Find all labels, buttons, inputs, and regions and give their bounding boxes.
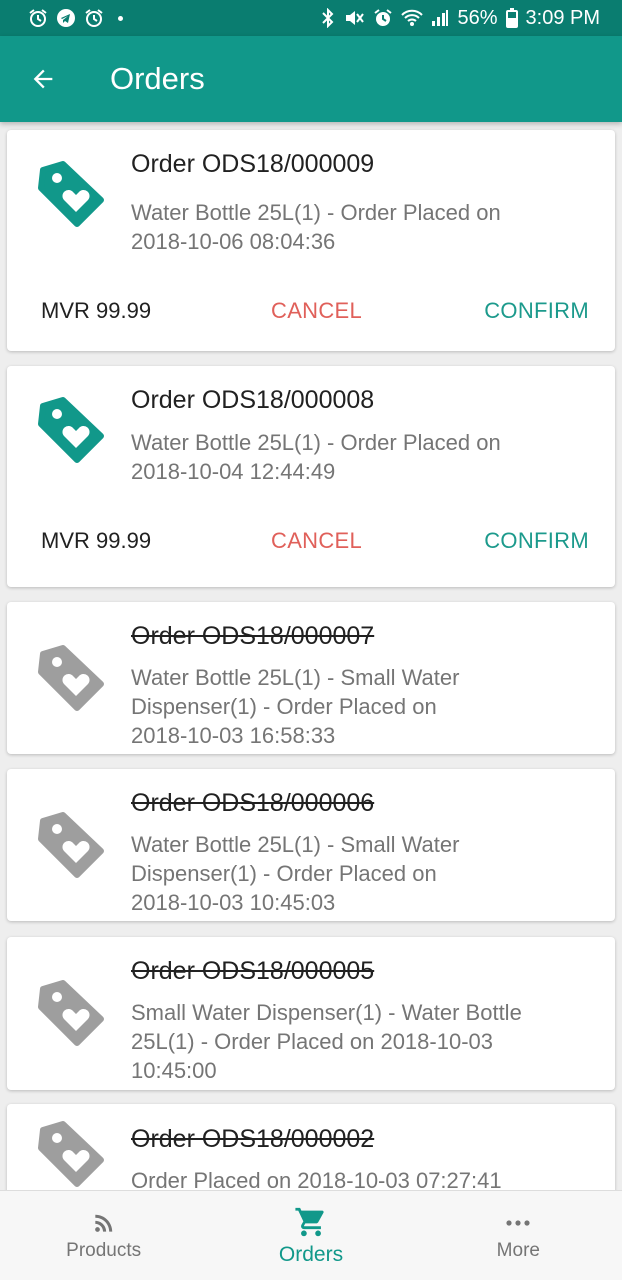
tag-heart-icon — [38, 645, 104, 711]
order-desc-line: Dispenser(1) - Order Placed on — [131, 694, 437, 719]
wifi-icon — [401, 9, 424, 27]
order-card[interactable]: Order ODS18/000006 Water Bottle 25L(1) -… — [7, 769, 615, 921]
order-desc-line: Water Bottle 25L(1) - Small Water — [131, 832, 460, 857]
order-card[interactable]: Order ODS18/000005 Small Water Dispenser… — [7, 937, 615, 1090]
nav-item-more[interactable]: More — [415, 1191, 622, 1280]
more-dots-icon — [506, 1219, 530, 1226]
order-desc-line: 2018-10-03 10:45:03 — [131, 890, 336, 915]
nav-label: More — [496, 1239, 540, 1261]
tag-heart-icon — [38, 161, 104, 227]
order-description: Water Bottle 25L(1) - Small Water Dispen… — [131, 830, 601, 917]
order-description: Water Bottle 25L(1) - Small Water Dispen… — [131, 663, 601, 750]
cancel-button[interactable]: CANCEL — [271, 298, 362, 324]
order-title: Order ODS18/000002 — [131, 1125, 375, 1153]
battery-icon — [505, 8, 518, 28]
order-desc-line: Water Bottle 25L(1) - Order Placed on — [131, 200, 501, 225]
order-card[interactable]: Order ODS18/000007 Water Bottle 25L(1) -… — [7, 602, 615, 754]
telegram-icon — [56, 8, 76, 28]
order-desc-line: 25L(1) - Order Placed on 2018-10-03 — [131, 1029, 493, 1054]
bottom-navigation: Products Orders More — [0, 1190, 622, 1280]
alarm-icon — [373, 8, 393, 28]
order-desc-line: 2018-10-04 12:44:49 — [131, 459, 336, 484]
order-desc-line: Water Bottle 25L(1) - Small Water — [131, 665, 460, 690]
status-bar: 56% 3:09 PM — [0, 0, 622, 36]
tag-heart-icon — [38, 812, 104, 878]
alarm-icon — [28, 8, 48, 28]
order-description: Small Water Dispenser(1) - Water Bottle … — [131, 998, 601, 1085]
nav-label: Products — [66, 1239, 142, 1261]
back-arrow-icon — [33, 69, 53, 89]
orders-list[interactable]: Order ODS18/000009 Water Bottle 25L(1) -… — [0, 122, 622, 1190]
order-desc-line: Dispenser(1) - Order Placed on — [131, 861, 437, 886]
order-desc-line: Order Placed on 2018-10-03 07:27:41 — [131, 1168, 502, 1190]
confirm-button[interactable]: CONFIRM — [484, 528, 589, 554]
page-title: Orders — [110, 61, 205, 96]
mute-icon — [343, 8, 365, 28]
tag-heart-icon — [38, 980, 104, 1046]
order-card[interactable]: Order ODS18/000002 Order Placed on 2018-… — [7, 1104, 615, 1190]
order-title: Order ODS18/000007 — [131, 622, 375, 650]
tag-heart-icon — [38, 397, 104, 463]
order-title: Order ODS18/000006 — [131, 789, 375, 817]
order-desc-line: 10:45:00 — [131, 1058, 217, 1083]
order-description: Order Placed on 2018-10-03 07:27:41 — [131, 1166, 601, 1190]
tag-heart-icon — [38, 1121, 104, 1187]
order-card[interactable]: Order ODS18/000009 Water Bottle 25L(1) -… — [7, 130, 615, 351]
rss-feed-icon — [94, 1214, 112, 1232]
order-desc-line: Small Water Dispenser(1) - Water Bottle — [131, 1000, 522, 1025]
cart-icon — [295, 1207, 324, 1236]
signal-icon — [431, 9, 449, 27]
order-description: Water Bottle 25L(1) - Order Placed on 20… — [131, 428, 601, 486]
order-price: MVR 99.99 — [41, 298, 152, 323]
confirm-button[interactable]: CONFIRM — [484, 298, 589, 324]
order-title: Order ODS18/000009 — [131, 150, 375, 178]
order-description: Water Bottle 25L(1) - Order Placed on 20… — [131, 198, 601, 256]
status-bar-left — [28, 8, 123, 28]
order-price: MVR 99.99 — [41, 528, 152, 553]
notification-dot — [118, 15, 123, 21]
order-desc-line: 2018-10-03 16:58:33 — [131, 723, 336, 748]
clock-time: 3:09 PM — [525, 6, 600, 29]
clock-icon — [84, 8, 104, 28]
order-card[interactable]: Order ODS18/000008 Water Bottle 25L(1) -… — [7, 366, 615, 587]
app-bar: Orders — [0, 36, 622, 122]
back-button[interactable] — [0, 36, 86, 122]
battery-percent: 56% — [457, 6, 498, 29]
nav-item-orders[interactable]: Orders — [207, 1191, 414, 1280]
cancel-button[interactable]: CANCEL — [271, 528, 362, 554]
nav-label: Orders — [278, 1242, 344, 1266]
order-title: Order ODS18/000005 — [131, 957, 375, 985]
order-desc-line: 2018-10-06 08:04:36 — [131, 229, 336, 254]
order-title: Order ODS18/000008 — [131, 386, 375, 414]
status-bar-right: 56% 3:09 PM — [321, 7, 600, 30]
order-desc-line: Water Bottle 25L(1) - Order Placed on — [131, 430, 501, 455]
bluetooth-icon — [321, 8, 335, 28]
nav-item-products[interactable]: Products — [0, 1191, 207, 1280]
